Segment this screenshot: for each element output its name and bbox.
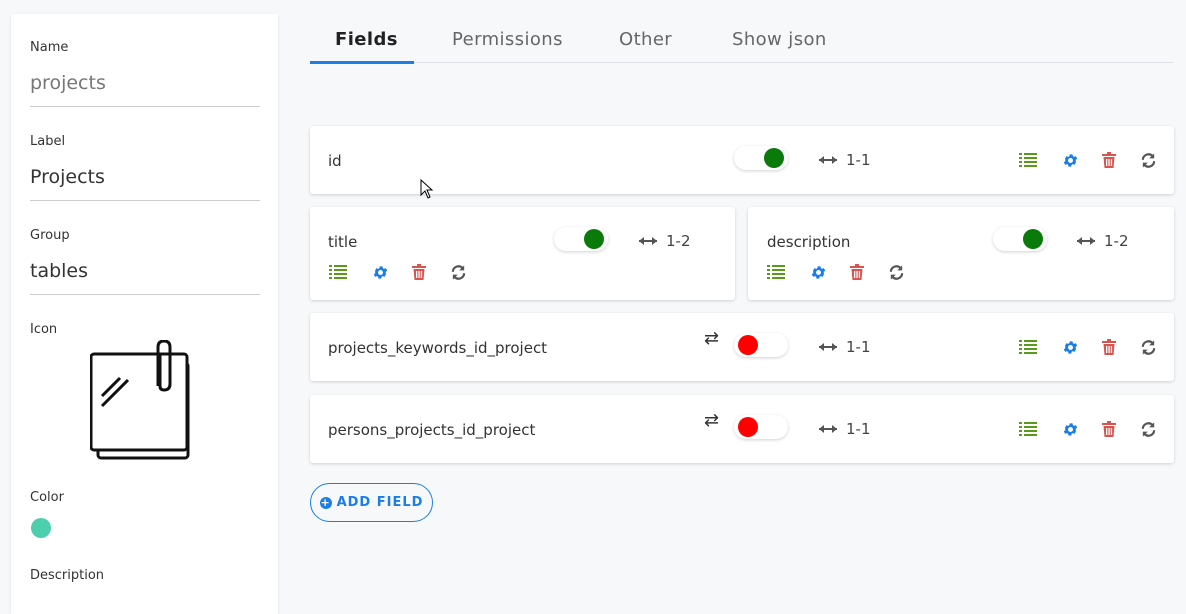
trash-icon[interactable] [1099,150,1119,170]
field-name: title [328,233,358,251]
field-enabled-toggle[interactable] [554,227,608,251]
add-field-label: ADD FIELD [336,495,424,510]
gear-icon[interactable] [1060,150,1080,170]
list-icon[interactable] [766,262,786,282]
tab-bar: Fields Permissions Other Show json [310,22,1174,64]
gear-icon[interactable] [808,262,828,282]
list-icon[interactable] [1018,419,1038,439]
relation-indicator: 1-1 [818,420,871,438]
double-arrow-icon [818,338,838,356]
field-name: description [767,233,851,251]
label-field[interactable]: Projects [30,166,105,188]
color-swatch[interactable] [31,518,51,538]
tab-permissions[interactable]: Permissions [452,29,563,50]
list-icon[interactable] [1018,150,1038,170]
refresh-icon[interactable] [886,262,906,282]
refresh-icon[interactable] [1138,337,1158,357]
toggle-knob [764,148,784,168]
relation-indicator: 1-2 [638,232,691,250]
gear-icon[interactable] [1060,337,1080,357]
field-card[interactable]: description 1-2 [748,207,1174,300]
relation-text: 1-1 [846,151,871,169]
group-label: Group [30,228,70,243]
toggle-knob [584,229,604,249]
field-card[interactable]: title 1-2 [310,207,735,300]
toggle-knob [1023,229,1043,249]
label-field-underline [30,200,260,201]
swap-arrows-icon[interactable]: ⇄ [704,328,719,349]
active-tab-indicator [310,61,414,64]
field-card[interactable]: persons_projects_id_project ⇄ 1-1 [310,395,1174,463]
field-enabled-toggle[interactable] [734,146,788,170]
refresh-icon[interactable] [448,262,468,282]
group-field-underline [30,294,260,295]
field-enabled-toggle[interactable] [734,415,788,439]
icon-label: Icon [30,322,58,337]
trash-icon[interactable] [1099,337,1119,357]
field-enabled-toggle[interactable] [734,333,788,357]
gear-icon[interactable] [370,262,390,282]
relation-indicator: 1-2 [1076,232,1129,250]
relation-indicator: 1-1 [818,338,871,356]
list-icon[interactable] [328,262,348,282]
name-field[interactable]: projects [30,72,106,94]
add-field-button[interactable]: + ADD FIELD [310,483,433,522]
trash-icon[interactable] [409,262,429,282]
double-arrow-icon [1076,232,1096,250]
field-card[interactable]: projects_keywords_id_project ⇄ 1-1 [310,313,1174,381]
gear-icon[interactable] [1060,419,1080,439]
relation-text: 1-2 [666,232,691,250]
double-arrow-icon [818,151,838,169]
toggle-knob [738,335,758,355]
trash-icon[interactable] [847,262,867,282]
description-label: Description [30,568,105,583]
swap-arrows-icon[interactable]: ⇄ [704,410,719,431]
toggle-knob [738,417,758,437]
field-card[interactable]: id 1-1 [310,126,1174,194]
relation-text: 1-1 [846,420,871,438]
table-properties-panel: Name projects Label Projects Group table… [11,14,278,614]
label-label: Label [30,134,66,149]
double-arrow-icon [638,232,658,250]
relation-indicator: 1-1 [818,151,871,169]
group-field[interactable]: tables [30,260,88,282]
name-field-underline [30,106,260,107]
color-label: Color [30,490,64,505]
field-name: persons_projects_id_project [328,421,536,439]
mouse-cursor-icon [420,179,434,199]
field-name: projects_keywords_id_project [328,339,548,357]
relation-text: 1-2 [1104,232,1129,250]
refresh-icon[interactable] [1138,150,1158,170]
double-arrow-icon [818,420,838,438]
field-enabled-toggle[interactable] [993,227,1047,251]
relation-text: 1-1 [846,338,871,356]
list-icon[interactable] [1018,337,1038,357]
name-label: Name [30,40,69,55]
trash-icon[interactable] [1099,419,1119,439]
tab-fields[interactable]: Fields [335,29,398,50]
field-name: id [328,152,342,170]
sticky-notes-icon[interactable] [89,339,200,464]
refresh-icon[interactable] [1138,419,1158,439]
plus-circle-icon: + [319,495,332,509]
tab-other[interactable]: Other [619,29,672,50]
tab-show-json[interactable]: Show json [732,29,827,50]
